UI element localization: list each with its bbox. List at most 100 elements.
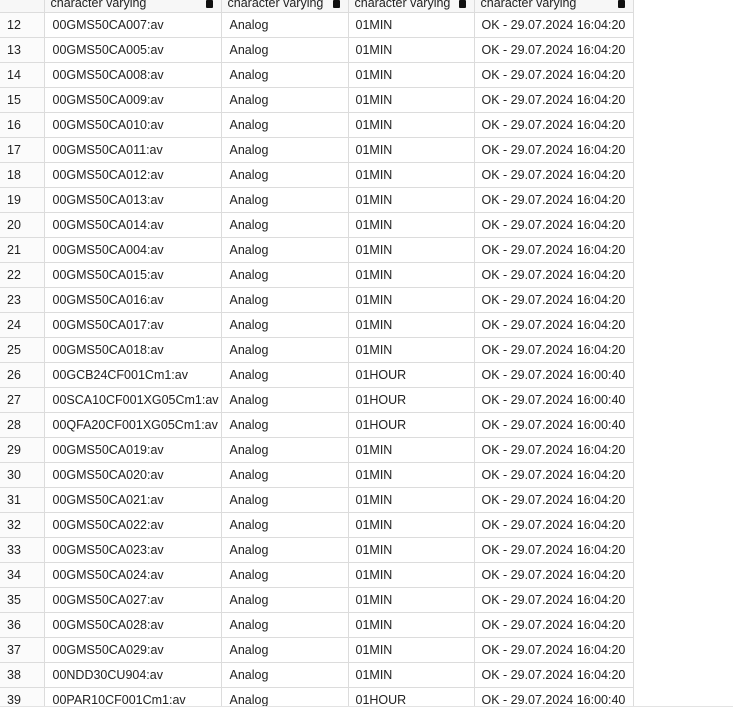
table-row[interactable]: 28 00QFA20CF001XG05Cm1:av Analog 01HOUR OK -… xyxy=(0,412,634,438)
cell-status[interactable]: OK - 29.07.2024 16:04:20 xyxy=(474,237,634,263)
table-row[interactable]: 12 00GMS50CA007:av Analog 01MIN OK - 29.07.2… xyxy=(0,12,634,38)
sort-icon[interactable] xyxy=(617,0,625,8)
cell-status[interactable]: OK - 29.07.2024 16:04:20 xyxy=(474,187,634,213)
cell-type[interactable]: Analog xyxy=(221,687,349,706)
table-row[interactable]: 35 00GMS50CA027:av Analog 01MIN OK - 29.07.2… xyxy=(0,587,634,613)
column-header-name[interactable]: character varying xyxy=(44,0,222,13)
table-row[interactable]: 36 00GMS50CA028:av Analog 01MIN OK - 29.07.2… xyxy=(0,612,634,638)
table-row[interactable]: 37 00GMS50CA029:av Analog 01MIN OK - 29.07.2… xyxy=(0,637,634,663)
cell-type[interactable]: Analog xyxy=(221,212,349,238)
cell-name[interactable]: 00GMS50CA020:av xyxy=(44,462,222,488)
cell-type[interactable]: Analog xyxy=(221,162,349,188)
cell-name[interactable]: 00GMS50CA024:av xyxy=(44,562,222,588)
cell-type[interactable]: Analog xyxy=(221,637,349,663)
cell-interval[interactable]: 01MIN xyxy=(348,237,475,263)
cell-type[interactable]: Analog xyxy=(221,562,349,588)
cell-interval[interactable]: 01MIN xyxy=(348,637,475,663)
table-row[interactable]: 33 00GMS50CA023:av Analog 01MIN OK - 29.07.2… xyxy=(0,537,634,563)
cell-name[interactable]: 00GMS50CA017:av xyxy=(44,312,222,338)
cell-name[interactable]: 00GMS50CA004:av xyxy=(44,237,222,263)
cell-name[interactable]: 00GMS50CA009:av xyxy=(44,87,222,113)
cell-status[interactable]: OK - 29.07.2024 16:04:20 xyxy=(474,612,634,638)
table-row[interactable]: 32 00GMS50CA022:av Analog 01MIN OK - 29.07.2… xyxy=(0,512,634,538)
cell-name[interactable]: 00SCA10CF001XG05Cm1:av xyxy=(44,387,222,413)
table-row[interactable]: 30 00GMS50CA020:av Analog 01MIN OK - 29.07.2… xyxy=(0,462,634,488)
cell-status[interactable]: OK - 29.07.2024 16:04:20 xyxy=(474,512,634,538)
cell-status[interactable]: OK - 29.07.2024 16:04:20 xyxy=(474,637,634,663)
cell-name[interactable]: 00NDD30CU904:av xyxy=(44,662,222,688)
cell-interval[interactable]: 01MIN xyxy=(348,462,475,488)
cell-interval[interactable]: 01MIN xyxy=(348,287,475,313)
cell-interval[interactable]: 01MIN xyxy=(348,662,475,688)
cell-interval[interactable]: 01MIN xyxy=(348,487,475,513)
cell-type[interactable]: Analog xyxy=(221,612,349,638)
cell-name[interactable]: 00GMS50CA016:av xyxy=(44,287,222,313)
cell-type[interactable]: Analog xyxy=(221,487,349,513)
cell-interval[interactable]: 01MIN xyxy=(348,437,475,463)
cell-name[interactable]: 00GMS50CA011:av xyxy=(44,137,222,163)
cell-status[interactable]: OK - 29.07.2024 16:04:20 xyxy=(474,287,634,313)
cell-type[interactable]: Analog xyxy=(221,362,349,388)
cell-name[interactable]: 00GMS50CA021:av xyxy=(44,487,222,513)
cell-type[interactable]: Analog xyxy=(221,437,349,463)
table-row[interactable]: 24 00GMS50CA017:av Analog 01MIN OK - 29.07.2… xyxy=(0,312,634,338)
cell-type[interactable]: Analog xyxy=(221,587,349,613)
cell-name[interactable]: 00GMS50CA014:av xyxy=(44,212,222,238)
cell-interval[interactable]: 01MIN xyxy=(348,62,475,88)
cell-interval[interactable]: 01MIN xyxy=(348,562,475,588)
cell-interval[interactable]: 01MIN xyxy=(348,112,475,138)
table-row[interactable]: 18 00GMS50CA012:av Analog 01MIN OK - 29.07.2… xyxy=(0,162,634,188)
cell-interval[interactable]: 01MIN xyxy=(348,37,475,63)
cell-type[interactable]: Analog xyxy=(221,462,349,488)
cell-interval[interactable]: 01MIN xyxy=(348,87,475,113)
table-row[interactable]: 38 00NDD30CU904:av Analog 01MIN OK - 29.07.2… xyxy=(0,662,634,688)
cell-interval[interactable]: 01MIN xyxy=(348,337,475,363)
cell-status[interactable]: OK - 29.07.2024 16:04:20 xyxy=(474,462,634,488)
cell-interval[interactable]: 01MIN xyxy=(348,187,475,213)
table-row[interactable]: 39 00PAR10CF001Cm1:av Analog 01HOUR OK - 29.… xyxy=(0,687,634,706)
table-row[interactable]: 16 00GMS50CA010:av Analog 01MIN OK - 29.07.2… xyxy=(0,112,634,138)
cell-name[interactable]: 00GMS50CA008:av xyxy=(44,62,222,88)
cell-type[interactable]: Analog xyxy=(221,412,349,438)
cell-name[interactable]: 00QFA20CF001XG05Cm1:av xyxy=(44,412,222,438)
table-row[interactable]: 29 00GMS50CA019:av Analog 01MIN OK - 29.07.2… xyxy=(0,437,634,463)
cell-type[interactable]: Analog xyxy=(221,337,349,363)
cell-name[interactable]: 00GMS50CA005:av xyxy=(44,37,222,63)
cell-interval[interactable]: 01MIN xyxy=(348,512,475,538)
column-header-status[interactable]: character varying xyxy=(474,0,634,13)
cell-type[interactable]: Analog xyxy=(221,537,349,563)
sort-icon[interactable] xyxy=(205,0,213,8)
cell-type[interactable]: Analog xyxy=(221,12,349,38)
table-row[interactable]: 15 00GMS50CA009:av Analog 01MIN OK - 29.07.2… xyxy=(0,87,634,113)
table-row[interactable]: 13 00GMS50CA005:av Analog 01MIN OK - 29.07.2… xyxy=(0,37,634,63)
cell-name[interactable]: 00GMS50CA027:av xyxy=(44,587,222,613)
column-header-interval[interactable]: character varying xyxy=(348,0,475,13)
cell-name[interactable]: 00GMS50CA029:av xyxy=(44,637,222,663)
cell-interval[interactable]: 01MIN xyxy=(348,312,475,338)
cell-name[interactable]: 00PAR10CF001Cm1:av xyxy=(44,687,222,706)
cell-status[interactable]: OK - 29.07.2024 16:00:40 xyxy=(474,412,634,438)
cell-name[interactable]: 00GCB24CF001Cm1:av xyxy=(44,362,222,388)
cell-interval[interactable]: 01MIN xyxy=(348,612,475,638)
cell-type[interactable]: Analog xyxy=(221,287,349,313)
cell-type[interactable]: Analog xyxy=(221,312,349,338)
table-row[interactable]: 17 00GMS50CA011:av Analog 01MIN OK - 29.07.2… xyxy=(0,137,634,163)
cell-name[interactable]: 00GMS50CA028:av xyxy=(44,612,222,638)
cell-status[interactable]: OK - 29.07.2024 16:04:20 xyxy=(474,212,634,238)
table-row[interactable]: 26 00GCB24CF001Cm1:av Analog 01HOUR OK - 29.… xyxy=(0,362,634,388)
cell-interval[interactable]: 01MIN xyxy=(348,587,475,613)
table-row[interactable]: 21 00GMS50CA004:av Analog 01MIN OK - 29.07.2… xyxy=(0,237,634,263)
cell-type[interactable]: Analog xyxy=(221,187,349,213)
table-row[interactable]: 22 00GMS50CA015:av Analog 01MIN OK - 29.07.2… xyxy=(0,262,634,288)
cell-name[interactable]: 00GMS50CA007:av xyxy=(44,12,222,38)
cell-status[interactable]: OK - 29.07.2024 16:04:20 xyxy=(474,12,634,38)
table-row[interactable]: 14 00GMS50CA008:av Analog 01MIN OK - 29.07.2… xyxy=(0,62,634,88)
cell-name[interactable]: 00GMS50CA023:av xyxy=(44,537,222,563)
cell-type[interactable]: Analog xyxy=(221,512,349,538)
table-row[interactable]: 27 00SCA10CF001XG05Cm1:av Analog 01HOUR OK -… xyxy=(0,387,634,413)
cell-status[interactable]: OK - 29.07.2024 16:04:20 xyxy=(474,662,634,688)
cell-status[interactable]: OK - 29.07.2024 16:04:20 xyxy=(474,262,634,288)
cell-status[interactable]: OK - 29.07.2024 16:04:20 xyxy=(474,162,634,188)
cell-name[interactable]: 00GMS50CA022:av xyxy=(44,512,222,538)
cell-type[interactable]: Analog xyxy=(221,87,349,113)
